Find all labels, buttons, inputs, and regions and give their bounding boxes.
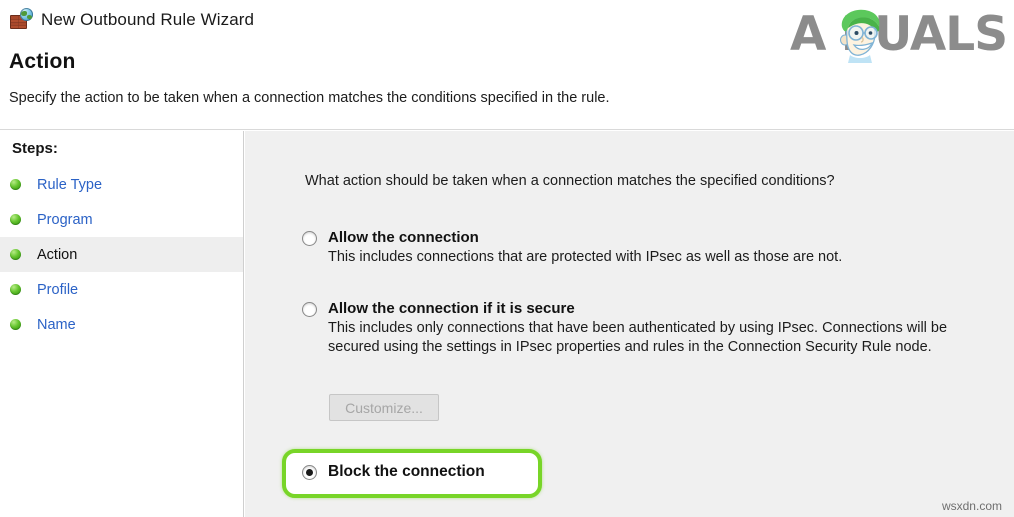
steps-heading: Steps:: [12, 140, 58, 157]
firewall-globe-icon: [9, 8, 33, 32]
window-titlebar: New Outbound Rule Wizard: [9, 8, 254, 32]
customize-button[interactable]: Customize...: [329, 394, 439, 421]
option-title: Allow the connection if it is secure: [328, 300, 575, 317]
sidebar-item-rule-type[interactable]: Rule Type: [0, 167, 243, 202]
sidebar-item-label: Profile: [37, 281, 79, 298]
option-block-the-connection[interactable]: Block the connection: [302, 463, 485, 481]
radio-allow-the-connection[interactable]: [302, 231, 317, 246]
step-bullet-icon: [10, 319, 21, 330]
option-allow-the-connection-if-it-is-secure[interactable]: Allow the connection if it is secure Thi…: [302, 300, 963, 357]
wizard-header: New Outbound Rule Wizard Action Specify …: [0, 0, 1014, 130]
panel-question: What action should be taken when a conne…: [305, 173, 835, 189]
action-panel: What action should be taken when a conne…: [245, 131, 1014, 517]
window-title: New Outbound Rule Wizard: [41, 10, 255, 29]
page-title: Action: [9, 50, 76, 73]
step-bullet-icon: [10, 284, 21, 295]
steps-sidebar: Steps: Rule Type Program Action Profile …: [0, 131, 244, 517]
wizard-body: Steps: Rule Type Program Action Profile …: [0, 131, 1014, 517]
option-description: This includes connections that are prote…: [328, 249, 843, 265]
sidebar-item-label: Name: [37, 316, 76, 333]
globe-shape: [20, 8, 33, 21]
sidebar-item-name[interactable]: Name: [0, 307, 243, 342]
appuals-wordmark: A PUALS: [790, 7, 1008, 62]
appuals-logo: A PUALS: [790, 6, 1008, 64]
step-bullet-icon: [10, 249, 21, 260]
appuals-mascot-icon: [832, 7, 888, 63]
sidebar-item-profile[interactable]: Profile: [0, 272, 243, 307]
sidebar-item-action[interactable]: Action: [0, 237, 243, 272]
option-description: This includes only connections that have…: [328, 320, 948, 355]
sidebar-item-label: Program: [37, 211, 93, 228]
sidebar-item-program[interactable]: Program: [0, 202, 243, 237]
step-bullet-icon: [10, 179, 21, 190]
option-allow-the-connection[interactable]: Allow the connection This includes conne…: [302, 229, 842, 267]
radio-block-the-connection[interactable]: [302, 465, 317, 480]
option-title: Block the connection: [328, 463, 485, 480]
sidebar-item-label: Rule Type: [37, 176, 103, 193]
sidebar-item-label: Action: [37, 246, 78, 263]
radio-allow-the-connection-if-it-is-secure[interactable]: [302, 302, 317, 317]
page-subtitle: Specify the action to be taken when a co…: [9, 90, 610, 106]
step-bullet-icon: [10, 214, 21, 225]
watermark: wsxdn.com: [941, 499, 1002, 513]
option-title: Allow the connection: [328, 229, 479, 246]
